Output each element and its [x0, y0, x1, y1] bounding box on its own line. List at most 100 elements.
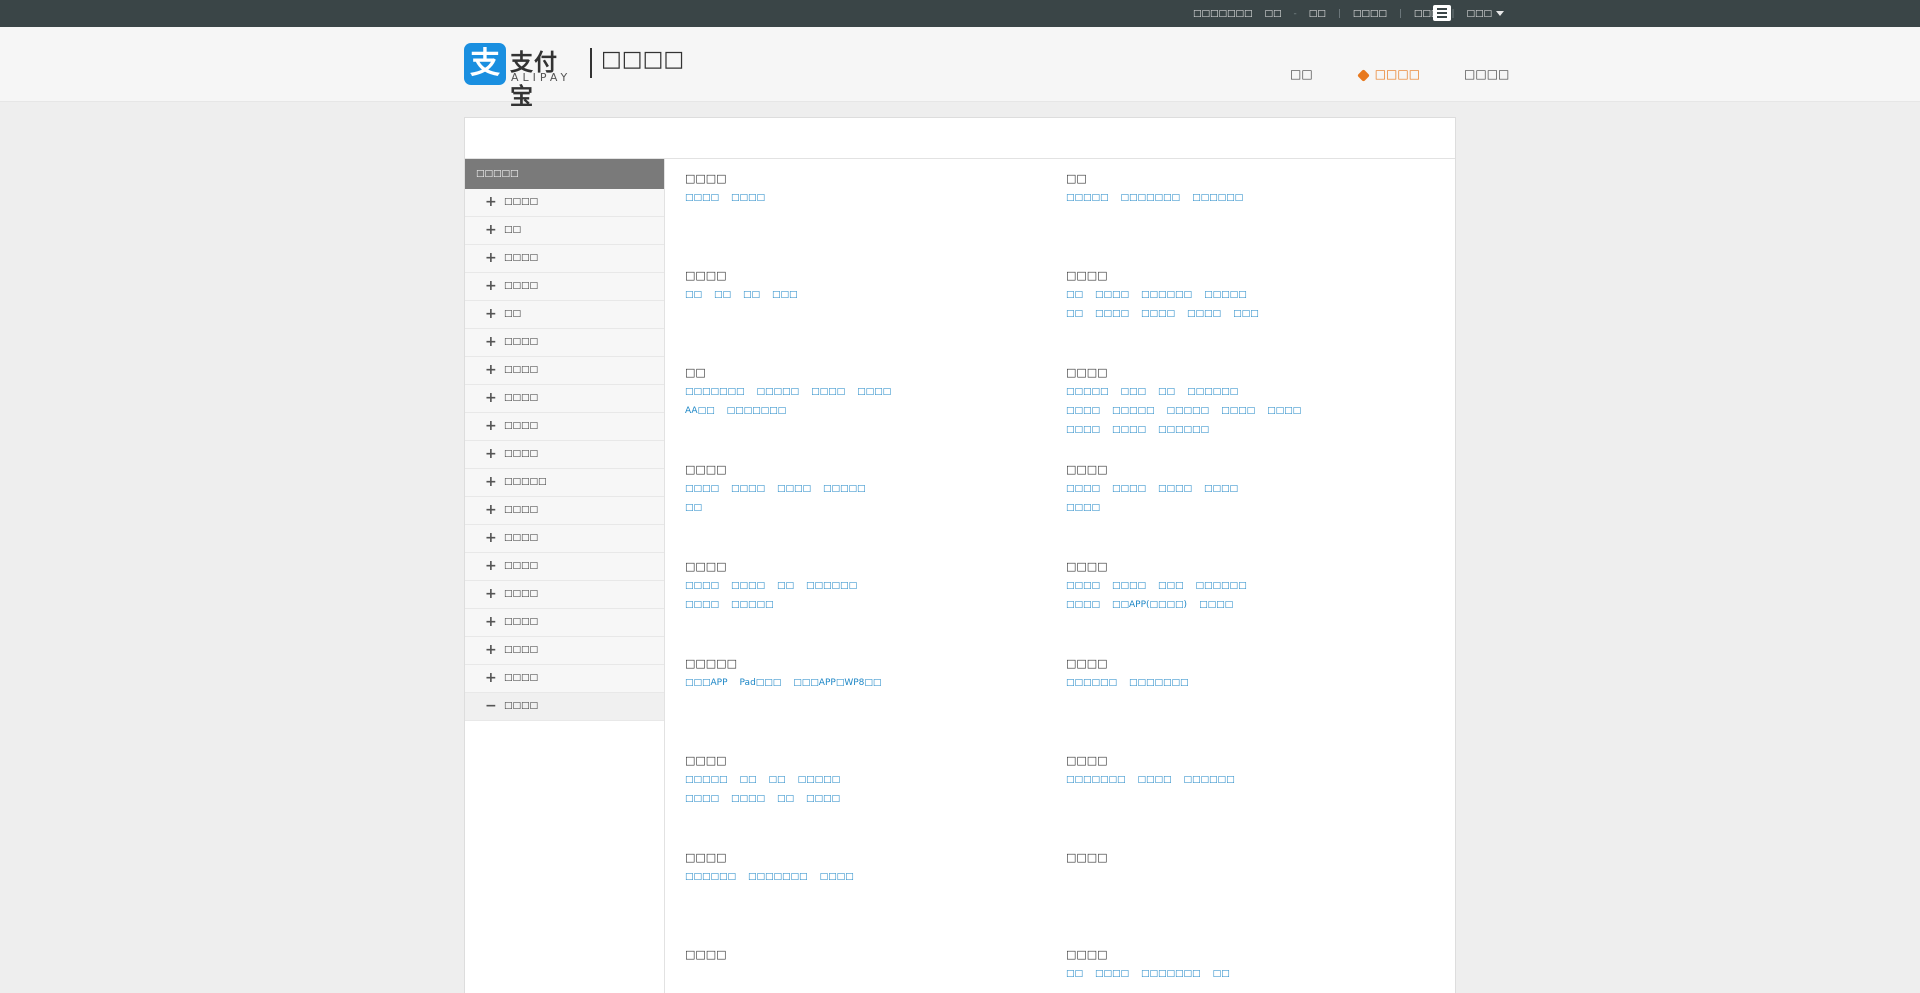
category-link[interactable]: □□□□□□□	[685, 385, 745, 399]
sidebar-item[interactable]: + □□□□	[465, 385, 664, 413]
category-link[interactable]: □□	[714, 288, 731, 302]
sidebar-item[interactable]: + □□□□	[465, 441, 664, 469]
category-link[interactable]: □□□□□□	[1141, 288, 1192, 302]
category-link[interactable]: □□□□	[1204, 482, 1238, 496]
category-link[interactable]: □□□□	[1066, 482, 1100, 496]
category-link[interactable]: □□□□□	[1112, 404, 1155, 418]
sidebar-item[interactable]: + □□□□	[465, 413, 664, 441]
top-link-1[interactable]: □□□□□□□	[1193, 9, 1253, 19]
category-link[interactable]: □□□	[1233, 307, 1259, 321]
category-link[interactable]: □□□□□	[1066, 385, 1109, 399]
category-link[interactable]: □□□□	[731, 191, 765, 205]
category-link[interactable]: □□□□	[1066, 501, 1100, 515]
category-link[interactable]: □□□□	[685, 482, 719, 496]
sidebar-item[interactable]: + □□□□	[465, 553, 664, 581]
category-link[interactable]: □□□□	[806, 792, 840, 806]
sidebar-item[interactable]: + □□□□	[465, 497, 664, 525]
category-link[interactable]: □□□□	[1112, 579, 1146, 593]
sidebar-item[interactable]: + □□□□	[465, 273, 664, 301]
category-link[interactable]: □□□□	[685, 191, 719, 205]
category-link[interactable]: □□□□	[820, 870, 854, 884]
category-link[interactable]: □□□□□	[731, 598, 774, 612]
category-link[interactable]: □□	[1066, 967, 1083, 981]
sidebar-item[interactable]: + □□□□	[465, 189, 664, 217]
category-link[interactable]: □□□□	[731, 792, 765, 806]
category-link[interactable]: □□□□	[1267, 404, 1301, 418]
sidebar-item[interactable]: + □□□□	[465, 525, 664, 553]
sidebar-item[interactable]: + □□□□	[465, 245, 664, 273]
alipay-logo[interactable]: 支 支付宝 ALIPAY	[464, 43, 579, 110]
category-link[interactable]: □□□□□□	[685, 870, 736, 884]
category-link[interactable]: □□□□	[685, 598, 719, 612]
category-link[interactable]: □□□□	[1112, 482, 1146, 496]
category-link[interactable]: □□□□□	[685, 773, 728, 787]
category-link[interactable]: □□□□□	[823, 482, 866, 496]
nav-item-third[interactable]: □□□□	[1464, 67, 1509, 81]
category-link[interactable]: □□□□	[685, 792, 719, 806]
sidebar-item[interactable]: + □□□□	[465, 581, 664, 609]
category-link[interactable]: □□□□□□□	[1066, 773, 1126, 787]
category-link[interactable]: □□□□□	[1167, 404, 1210, 418]
sidebar-item[interactable]: + □□□□	[465, 665, 664, 693]
top-link-2[interactable]: □□	[1265, 9, 1282, 19]
category-link[interactable]: □□□□□□	[806, 579, 857, 593]
sidebar-item[interactable]: + □□□□	[465, 609, 664, 637]
category-link[interactable]: □□□□	[811, 385, 845, 399]
category-link[interactable]: □□□□□□	[1187, 385, 1238, 399]
category-link[interactable]: □□	[685, 501, 702, 515]
category-link[interactable]: □□□□□□□	[727, 404, 787, 418]
top-dropdown[interactable]: □□□	[1466, 9, 1504, 19]
category-link[interactable]: □□□□	[1095, 967, 1129, 981]
category-link[interactable]: □□□APP□WP8□□	[793, 676, 881, 690]
category-link[interactable]: □□□□□□	[1184, 773, 1235, 787]
category-link[interactable]: □□□□	[1141, 307, 1175, 321]
sidebar-item[interactable]: + □□□□	[465, 329, 664, 357]
category-link[interactable]: □□	[1066, 288, 1083, 302]
top-link-4[interactable]: □□□□	[1353, 9, 1387, 19]
sidebar-item[interactable]: + □□	[465, 217, 664, 245]
nav-item-home[interactable]: □□	[1290, 67, 1313, 81]
category-link[interactable]: □□□	[1158, 579, 1184, 593]
category-link[interactable]: □□	[740, 773, 757, 787]
category-link[interactable]: □□□□□	[757, 385, 800, 399]
category-link[interactable]: □□□□	[857, 385, 891, 399]
sidebar-item[interactable]: + □□□□	[465, 637, 664, 665]
category-link[interactable]: □□□□□□□	[1129, 676, 1189, 690]
category-link[interactable]: □□□□	[731, 579, 765, 593]
category-link[interactable]: □□□□□□□	[1141, 967, 1201, 981]
category-link[interactable]: □□□□□	[1066, 191, 1109, 205]
sidebar-item[interactable]: + □□□□	[465, 357, 664, 385]
category-link[interactable]: □□□□□□	[1192, 191, 1243, 205]
category-link[interactable]: □□□	[1121, 385, 1147, 399]
sidebar-item[interactable]: + □□□□□	[465, 469, 664, 497]
category-link[interactable]: □□□□□	[798, 773, 841, 787]
category-link[interactable]: □□	[777, 792, 794, 806]
category-link[interactable]: □□□□	[1138, 773, 1172, 787]
list-icon[interactable]	[1433, 5, 1451, 21]
category-link[interactable]: □□□□□□□	[1121, 191, 1181, 205]
category-link[interactable]: □□□□	[1158, 482, 1192, 496]
category-link[interactable]: □□□□	[1221, 404, 1255, 418]
sidebar-item[interactable]: − □□□□	[465, 693, 664, 721]
category-link[interactable]: □□□APP	[685, 676, 728, 690]
category-link[interactable]: □□□□□□	[1158, 423, 1209, 437]
nav-item-active[interactable]: □□□□	[1356, 67, 1420, 82]
category-link[interactable]: □□	[685, 288, 702, 302]
category-link[interactable]: □□□	[772, 288, 798, 302]
category-link[interactable]: □□□□	[1095, 307, 1129, 321]
category-link[interactable]: □□	[743, 288, 760, 302]
category-link[interactable]: □□	[769, 773, 786, 787]
category-link[interactable]: □□□□□□	[1196, 579, 1247, 593]
top-link-3[interactable]: □□	[1309, 9, 1326, 19]
category-link[interactable]: □□□□	[777, 482, 811, 496]
category-link[interactable]: □□□□	[1066, 579, 1100, 593]
category-link[interactable]: □□	[1213, 967, 1230, 981]
category-link[interactable]: □□□□□□	[1066, 676, 1117, 690]
category-link[interactable]: AA□□	[685, 404, 715, 418]
category-link[interactable]: □□□□	[1199, 598, 1233, 612]
category-link[interactable]: □□	[1158, 385, 1175, 399]
category-link[interactable]: □□□□	[1187, 307, 1221, 321]
category-link[interactable]: □□	[777, 579, 794, 593]
category-link[interactable]: □□□□	[685, 579, 719, 593]
category-link[interactable]: □□	[1066, 307, 1083, 321]
